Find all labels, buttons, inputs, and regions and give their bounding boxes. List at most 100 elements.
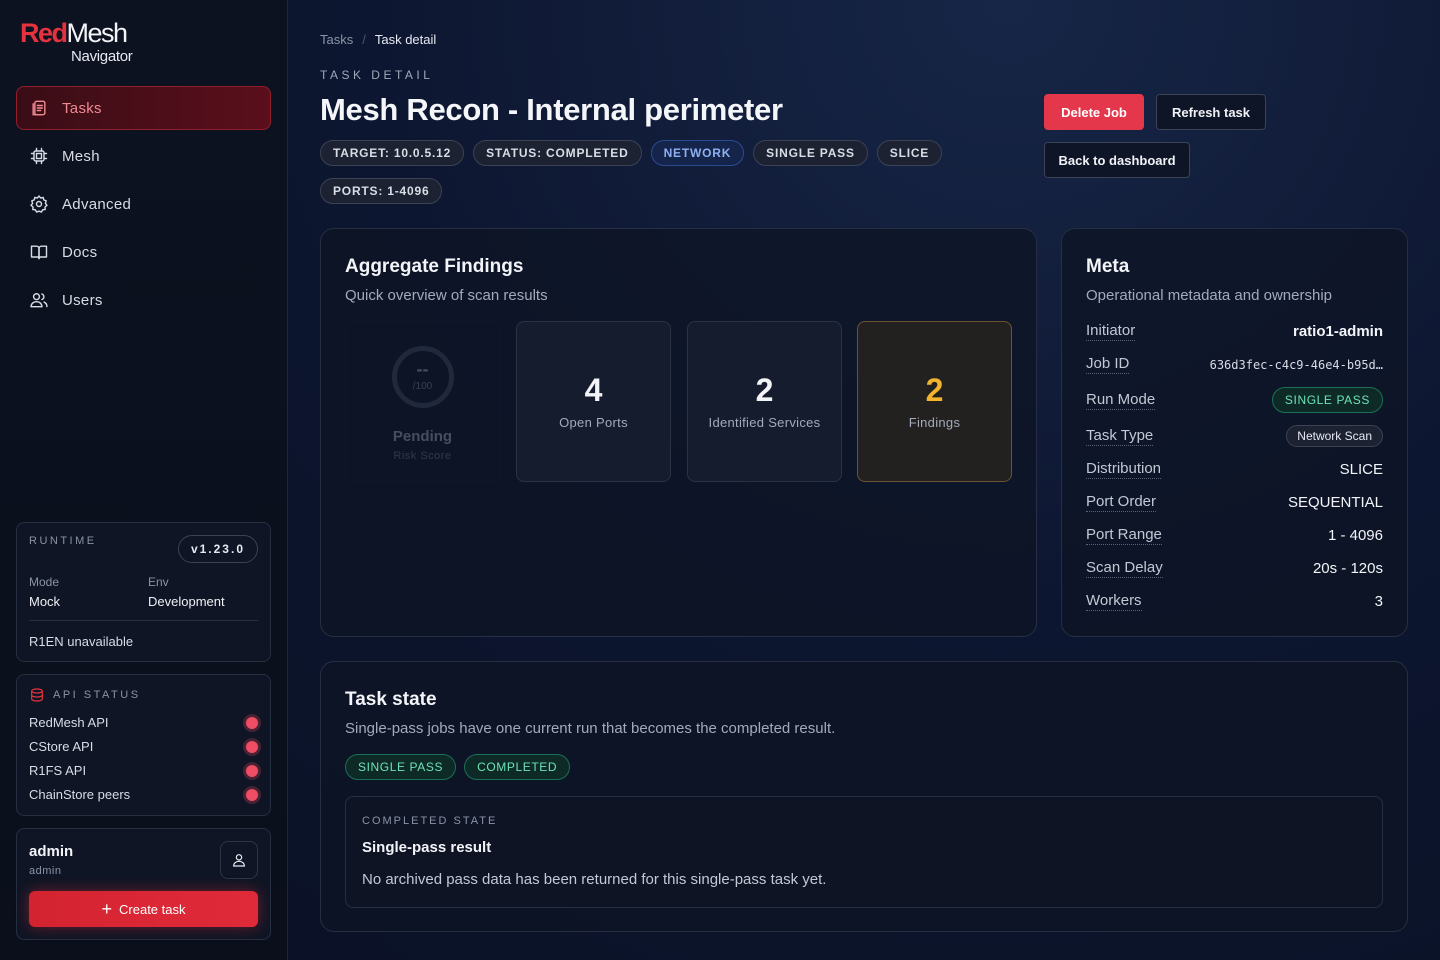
completed-state-title: Single-pass result xyxy=(362,839,492,856)
card-subtitle: Operational metadata and ownership xyxy=(1086,287,1332,304)
users-icon xyxy=(30,293,48,308)
env-field: Env Development xyxy=(148,575,225,609)
meta-value: ratio1-admin xyxy=(1292,323,1383,340)
risk-score-value: -- xyxy=(416,359,429,379)
task-tags: TARGET: 10.0.5.12 STATUS: COMPLETED NETWOR… xyxy=(320,140,960,216)
meta-key: Task Type xyxy=(1086,426,1154,446)
meta-card: Meta Operational metadata and ownership … xyxy=(1061,228,1408,637)
findings-label: Findings xyxy=(908,415,961,430)
risk-score-tile: -- /100 Pending Risk Score xyxy=(345,321,500,482)
logo-mesh-text: Mesh xyxy=(66,18,129,48)
meta-value: 1 - 4096 xyxy=(1327,527,1383,544)
main-nav: Tasks Mesh Advanced Docs Users xyxy=(16,86,271,326)
breadcrumb-current: Task detail xyxy=(374,32,437,47)
status-dot xyxy=(246,764,258,777)
services-label: Identified Services xyxy=(708,415,821,430)
create-task-button[interactable]: + Create task xyxy=(29,891,258,927)
meta-key: Job ID xyxy=(1086,355,1130,374)
tag-ports: PORTS: 1-4096 xyxy=(320,178,443,204)
services-count: 2 xyxy=(755,372,774,408)
api-status-row: ChainStore peers xyxy=(29,787,258,802)
meta-row-run-mode: Run Mode SINGLE PASS xyxy=(1086,387,1383,413)
sidebar: RedMesh Navigator Tasks Mesh Advanced Do… xyxy=(0,0,288,960)
divider xyxy=(29,620,258,621)
profile-button[interactable] xyxy=(220,841,258,879)
nav-label: Advanced xyxy=(62,195,132,213)
open-ports-count: 4 xyxy=(584,372,603,408)
api-status-row: RedMesh API xyxy=(29,715,258,730)
card-subtitle: Quick overview of scan results xyxy=(345,287,548,304)
nav-label: Users xyxy=(62,291,103,309)
nav-item-mesh[interactable]: Mesh xyxy=(16,134,271,178)
api-status-header: API STATUS xyxy=(29,687,258,703)
run-mode-badge: SINGLE PASS xyxy=(1271,387,1383,413)
risk-score-status: Pending xyxy=(392,428,453,445)
api-name: R1FS API xyxy=(29,763,87,778)
meta-row-initiator: Initiator ratio1-admin xyxy=(1086,322,1383,341)
findings-count: 2 xyxy=(925,372,944,408)
meta-row-scan-delay: Scan Delay 20s - 120s xyxy=(1086,559,1383,578)
open-ports-tile[interactable]: 4 Open Ports xyxy=(516,321,671,482)
gear-icon xyxy=(30,195,48,213)
nav-item-advanced[interactable]: Advanced xyxy=(16,182,271,226)
meta-key: Run Mode xyxy=(1086,390,1156,410)
card-subtitle: Single-pass jobs have one current run th… xyxy=(345,720,836,737)
create-task-label: Create task xyxy=(119,901,186,917)
meta-key: Workers xyxy=(1086,592,1142,611)
nav-item-users[interactable]: Users xyxy=(16,278,271,322)
identified-services-tile[interactable]: 2 Identified Services xyxy=(687,321,842,482)
tag-distribution: SLICE xyxy=(876,140,943,166)
refresh-task-button[interactable]: Refresh task xyxy=(1156,94,1266,130)
risk-score-caption: Risk Score xyxy=(393,450,452,462)
meta-key: Initiator xyxy=(1086,322,1136,341)
version-badge: v1.23.0 xyxy=(177,535,258,563)
back-to-dashboard-button[interactable]: Back to dashboard xyxy=(1044,142,1190,178)
breadcrumb-tasks-link[interactable]: Tasks xyxy=(320,32,353,47)
chip-icon xyxy=(30,147,48,165)
meta-row-port-range: Port Range 1 - 4096 xyxy=(1086,526,1383,545)
nav-item-tasks[interactable]: Tasks xyxy=(16,86,271,130)
meta-value: 3 xyxy=(1374,593,1383,610)
mode-value: Mock xyxy=(29,594,61,609)
completed-state-box: COMPLETED STATE Single-pass result No ar… xyxy=(345,796,1383,908)
tag-network: NETWORK xyxy=(650,140,745,166)
status-dot xyxy=(246,716,258,729)
user-panel: admin admin + Create task xyxy=(16,828,271,940)
nav-label: Docs xyxy=(62,243,98,261)
env-label: Env xyxy=(148,575,169,589)
tasks-icon xyxy=(32,100,46,116)
meta-key: Port Range xyxy=(1086,526,1162,545)
meta-row-distribution: Distribution SLICE xyxy=(1086,460,1383,479)
user-icon xyxy=(233,854,245,867)
api-name: CStore API xyxy=(29,739,94,754)
task-state-pills: SINGLE PASS COMPLETED xyxy=(345,754,578,780)
meta-value: SEQUENTIAL xyxy=(1287,494,1383,511)
api-status-panel: API STATUS RedMesh API CStore API R1FS A… xyxy=(16,674,271,816)
status-badge: COMPLETED xyxy=(464,754,571,780)
app-logo[interactable]: RedMesh Navigator xyxy=(20,20,160,70)
nav-item-docs[interactable]: Docs xyxy=(16,230,271,274)
api-name: ChainStore peers xyxy=(29,787,131,802)
nav-label: Mesh xyxy=(62,147,100,165)
database-icon xyxy=(31,688,43,702)
meta-row-task-type: Task Type Network Scan xyxy=(1086,425,1383,447)
meta-key: Port Order xyxy=(1086,493,1157,512)
run-mode-badge: SINGLE PASS xyxy=(345,754,457,780)
completed-state-caption: COMPLETED STATE xyxy=(362,815,498,827)
status-dot xyxy=(246,740,258,753)
api-status-row: R1FS API xyxy=(29,763,258,778)
delete-job-button[interactable]: Delete Job xyxy=(1044,94,1144,130)
open-ports-label: Open Ports xyxy=(559,415,628,430)
status-dot xyxy=(246,788,258,801)
meta-value: 20s - 120s xyxy=(1312,560,1383,577)
findings-tile[interactable]: 2 Findings xyxy=(857,321,1012,482)
api-name: RedMesh API xyxy=(29,715,109,730)
task-type-badge: Network Scan xyxy=(1286,425,1383,447)
tag-status: STATUS: COMPLETED xyxy=(473,140,642,166)
meta-value[interactable]: 636d3fec-c4c9-46e4-b95d… xyxy=(1210,358,1383,372)
completed-state-text: No archived pass data has been returned … xyxy=(362,871,827,888)
task-state-card: Task state Single-pass jobs have one cur… xyxy=(320,661,1408,932)
card-title: Task state xyxy=(345,689,437,710)
runtime-panel: RUNTIME v1.23.0 Mode Mock Env Developmen… xyxy=(16,522,271,662)
api-status-row: CStore API xyxy=(29,739,258,754)
